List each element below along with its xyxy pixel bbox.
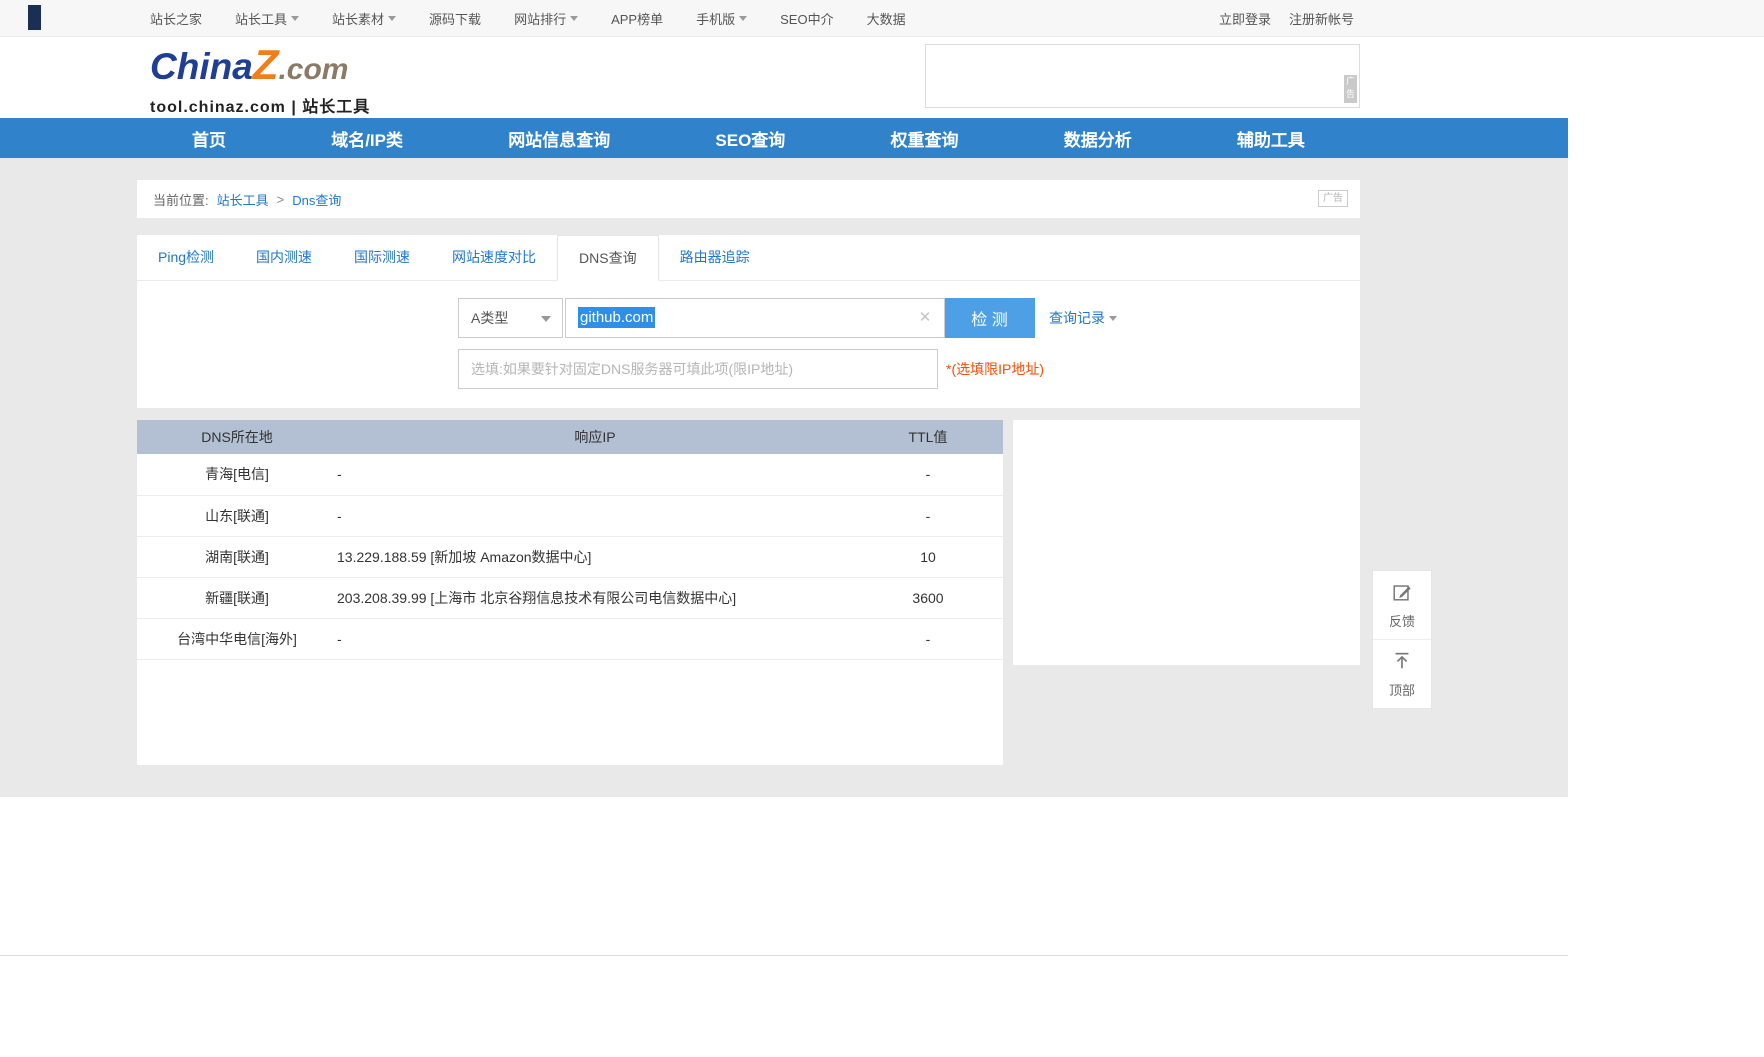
- tab-ping[interactable]: Ping检测: [137, 235, 235, 280]
- cell-ttl: -: [853, 454, 1003, 496]
- breadcrumb-current-link[interactable]: Dns查询: [292, 190, 341, 209]
- chevron-down-icon: [291, 15, 300, 21]
- record-type-value: A类型: [471, 310, 509, 326]
- breadcrumb: 当前位置: 站长工具 > Dns查询 广告: [137, 180, 1360, 218]
- topbar-link-home[interactable]: 站长之家: [150, 9, 202, 28]
- domain-input-value: github.com: [578, 307, 656, 328]
- topbar-link-seo-agency[interactable]: SEO中介: [780, 9, 833, 28]
- breadcrumb-label: 当前位置:: [153, 192, 209, 208]
- main-nav: 首页 域名/IP类 网站信息查询 SEO查询 权重查询 数据分析 辅助工具: [0, 118, 1568, 158]
- table-row: 台湾中华电信[海外] - -: [137, 618, 1003, 660]
- cell-ip: -: [337, 495, 853, 537]
- table-row: 青海[电信] - -: [137, 454, 1003, 496]
- logo-subtitle: tool.chinaz.com | 站长工具: [150, 99, 371, 116]
- cell-location: 山东[联通]: [137, 495, 337, 537]
- clear-icon[interactable]: [916, 299, 934, 337]
- detect-button[interactable]: 检 测: [944, 298, 1035, 338]
- register-link[interactable]: 注册新帐号: [1289, 9, 1354, 28]
- cell-location: 台湾中华电信[海外]: [137, 618, 337, 660]
- chevron-down-icon: [570, 15, 579, 21]
- topbar-link-app-ranking[interactable]: APP榜单: [611, 9, 663, 28]
- cell-ip: -: [337, 454, 853, 496]
- cell-ttl: -: [853, 495, 1003, 537]
- dns-server-input[interactable]: [458, 349, 938, 389]
- table-row: 新疆[联通] 203.208.39.99 [上海市 北京谷翔信息技术有限公司电信…: [137, 577, 1003, 619]
- cell-location: 青海[电信]: [137, 454, 337, 496]
- cell-ttl: 10: [853, 536, 1003, 578]
- account-links: 立即登录 注册新帐号: [1219, 0, 1354, 36]
- arrow-to-top-icon: [1391, 652, 1413, 676]
- login-link[interactable]: 立即登录: [1219, 9, 1271, 28]
- tab-international-speed[interactable]: 国际测速: [333, 235, 431, 280]
- table-row: 山东[联通] - -: [137, 495, 1003, 537]
- header-ad-slot: 广告: [925, 44, 1360, 108]
- dns-results-table: DNS所在地 响应IP TTL值 青海[电信] - - 山东[联通] - - 湖…: [137, 420, 1003, 660]
- topbar-link-site-ranking[interactable]: 网站排行: [514, 9, 579, 28]
- column-header-ttl: TTL值: [853, 420, 1003, 454]
- chevron-down-icon: [388, 15, 397, 21]
- floating-action-bar: 反馈 顶部: [1372, 570, 1432, 709]
- nav-seo-query[interactable]: SEO查询: [715, 126, 785, 151]
- cell-ip: -: [337, 618, 853, 660]
- tab-domestic-speed[interactable]: 国内测速: [235, 235, 333, 280]
- feedback-button[interactable]: 反馈: [1373, 571, 1431, 639]
- chevron-down-icon: [1109, 315, 1117, 321]
- topbar-link-material[interactable]: 站长素材: [332, 9, 397, 28]
- dns-toolbox: Ping检测 国内测速 国际测速 网站速度对比 DNS查询 路由器追踪 A类型 …: [137, 235, 1360, 408]
- breadcrumb-root-link[interactable]: 站长工具: [217, 190, 269, 209]
- feedback-label: 反馈: [1388, 614, 1415, 629]
- topbar-link-tools[interactable]: 站长工具: [235, 9, 300, 28]
- domain-input[interactable]: github.com: [565, 298, 945, 338]
- nav-data-analysis[interactable]: 数据分析: [1064, 126, 1132, 151]
- topbar-link-mobile[interactable]: 手机版: [696, 9, 748, 28]
- query-history-link[interactable]: 查询记录: [1049, 308, 1117, 328]
- topbar-links: 站长之家 站长工具 站长素材 源码下载 网站排行 APP榜单 手机版 SEO中介…: [150, 0, 906, 36]
- topbar: 站长之家 站长工具 站长素材 源码下载 网站排行 APP榜单 手机版 SEO中介…: [0, 0, 1764, 37]
- nav-home[interactable]: 首页: [192, 126, 226, 151]
- column-header-location: DNS所在地: [137, 420, 337, 454]
- cell-ttl: -: [853, 618, 1003, 660]
- tab-dns-query[interactable]: DNS查询: [557, 235, 659, 281]
- nav-weight-query[interactable]: 权重查询: [891, 126, 959, 151]
- side-ad-panel: [1013, 420, 1360, 665]
- dns-server-note: *(选填限IP地址): [946, 361, 1044, 377]
- page-body: 当前位置: 站长工具 > Dns查询 广告 Ping检测 国内测速 国际测速 网…: [0, 158, 1568, 1057]
- topbar-link-big-data[interactable]: 大数据: [867, 9, 906, 28]
- record-type-select[interactable]: A类型: [458, 298, 563, 338]
- column-header-ip: 响应IP: [337, 420, 853, 454]
- corner-marker: [28, 5, 41, 30]
- logo-text: ChinaZ.com: [150, 41, 349, 88]
- tab-speed-compare[interactable]: 网站速度对比: [431, 235, 557, 280]
- ad-tag: 广告: [1318, 190, 1348, 207]
- chevron-down-icon: [739, 15, 748, 21]
- back-to-top-label: 顶部: [1388, 683, 1415, 698]
- site-logo[interactable]: ChinaZ.com tool.chinaz.com | 站长工具: [150, 41, 371, 117]
- chevron-down-icon: [541, 316, 551, 322]
- breadcrumb-separator: >: [276, 191, 285, 207]
- table-header-row: DNS所在地 响应IP TTL值: [137, 420, 1003, 454]
- cell-ip: 13.229.188.59 [新加坡 Amazon数据中心]: [337, 536, 853, 578]
- site-header: ChinaZ.com tool.chinaz.com | 站长工具 广告: [0, 37, 1764, 118]
- edit-pencil-icon: [1391, 585, 1413, 607]
- tool-tabs: Ping检测 国内测速 国际测速 网站速度对比 DNS查询 路由器追踪: [137, 235, 1360, 281]
- ad-tag: 广告: [1344, 75, 1357, 103]
- nav-aux-tools[interactable]: 辅助工具: [1237, 126, 1305, 151]
- dns-query-form: A类型 github.com 检 测 查询记录 *(选填限IP地址): [137, 281, 1360, 389]
- cell-ttl: 3600: [853, 577, 1003, 619]
- nav-domain-ip[interactable]: 域名/IP类: [331, 126, 403, 151]
- topbar-link-source-download[interactable]: 源码下载: [429, 9, 481, 28]
- footer-strip: [0, 955, 1568, 1057]
- tab-traceroute[interactable]: 路由器追踪: [659, 235, 771, 280]
- dns-results-panel: DNS所在地 响应IP TTL值 青海[电信] - - 山东[联通] - - 湖…: [137, 420, 1003, 765]
- back-to-top-button[interactable]: 顶部: [1373, 639, 1431, 708]
- cell-ip: 203.208.39.99 [上海市 北京谷翔信息技术有限公司电信数据中心]: [337, 577, 853, 619]
- cell-location: 新疆[联通]: [137, 577, 337, 619]
- table-row: 湖南[联通] 13.229.188.59 [新加坡 Amazon数据中心] 10: [137, 536, 1003, 578]
- nav-site-info[interactable]: 网站信息查询: [508, 126, 610, 151]
- cell-location: 湖南[联通]: [137, 536, 337, 578]
